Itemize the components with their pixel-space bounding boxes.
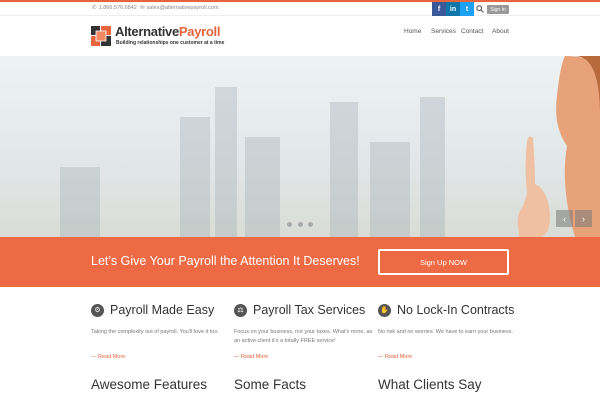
logo-wordmark[interactable]: AlternativePayroll bbox=[115, 24, 220, 39]
slider-dot[interactable] bbox=[296, 220, 305, 229]
top-bar: ✆ 1.866.576.6842 ✉ sales@alternativepayr… bbox=[0, 0, 600, 16]
nav-services[interactable]: Services bbox=[431, 28, 456, 35]
nav-home[interactable]: Home bbox=[404, 28, 421, 35]
feature-title: No Lock-In Contracts bbox=[397, 303, 515, 317]
slider-dot[interactable] bbox=[285, 220, 294, 229]
handshake-icon: ✋ bbox=[378, 303, 391, 317]
slider-dot[interactable] bbox=[306, 220, 315, 229]
background-building bbox=[330, 102, 358, 237]
phone-contact[interactable]: ✆ 1.866.576.6842 bbox=[92, 5, 137, 11]
section-heading-facts: Some Facts bbox=[234, 377, 307, 392]
cta-text: Let’s Give Your Payroll the Attention It… bbox=[91, 254, 360, 268]
nav-contact[interactable]: Contact bbox=[461, 28, 483, 35]
section-heading-testimonials: What Clients Say bbox=[378, 377, 482, 392]
read-more-link[interactable]: — Read More bbox=[234, 354, 268, 360]
feature-card: ✋ No Lock-In Contracts No risk and no wo… bbox=[378, 302, 518, 360]
tagline: Building relationships one customer at a… bbox=[116, 40, 225, 46]
search-icon[interactable] bbox=[476, 5, 484, 13]
feature-card: ⚙ Payroll Made Easy Taking the complexit… bbox=[91, 302, 231, 360]
feature-title: Payroll Made Easy bbox=[110, 303, 215, 317]
background-building bbox=[420, 97, 445, 237]
email-address: sales@alternativepayroll.com bbox=[146, 5, 219, 11]
feature-card: ⚖ Payroll Tax Services Focus on your bus… bbox=[234, 302, 374, 360]
feature-description: Focus on your business, not your taxes. … bbox=[234, 329, 373, 344]
nav-about[interactable]: About bbox=[492, 28, 509, 35]
twitter-icon[interactable]: t bbox=[460, 2, 474, 16]
background-building bbox=[180, 117, 210, 237]
sign-up-button[interactable]: Sign Up NOW bbox=[378, 249, 509, 275]
logo-accent: Payroll bbox=[178, 24, 221, 39]
linkedin-icon[interactable]: in bbox=[446, 2, 460, 16]
feature-title: Payroll Tax Services bbox=[253, 303, 366, 317]
phone-number: 1.866.576.6842 bbox=[98, 5, 137, 11]
phone-icon: ✆ bbox=[92, 5, 97, 11]
sign-in-button[interactable]: Sign In bbox=[487, 5, 509, 14]
background-building bbox=[215, 87, 237, 237]
background-building bbox=[370, 142, 410, 237]
gear-icon: ⚙ bbox=[91, 303, 104, 317]
email-contact[interactable]: ✉ sales@alternativepayroll.com bbox=[140, 5, 219, 11]
logo-icon[interactable] bbox=[91, 26, 111, 46]
site-header: AlternativePayroll Building relationship… bbox=[0, 16, 600, 56]
feature-description: No risk and no worries. We have to earn … bbox=[378, 329, 514, 335]
hero-slider: ‹ › bbox=[0, 56, 600, 237]
read-more-link[interactable]: — Read More bbox=[91, 354, 125, 360]
read-more-link[interactable]: — Read More bbox=[378, 354, 412, 360]
feature-description: Taking the complexity out of payroll. Yo… bbox=[91, 329, 219, 335]
cta-banner: Let’s Give Your Payroll the Attention It… bbox=[0, 237, 600, 287]
slider-prev-icon[interactable]: ‹ bbox=[556, 210, 573, 227]
background-building bbox=[60, 167, 100, 237]
background-building bbox=[245, 137, 280, 237]
section-heading-features: Awesome Features bbox=[91, 377, 208, 392]
logo-main: Alternative bbox=[115, 24, 179, 39]
facebook-icon[interactable]: f bbox=[432, 2, 446, 16]
gavel-icon: ⚖ bbox=[234, 303, 247, 317]
mail-icon: ✉ bbox=[140, 5, 145, 11]
slider-next-icon[interactable]: › bbox=[575, 210, 592, 227]
